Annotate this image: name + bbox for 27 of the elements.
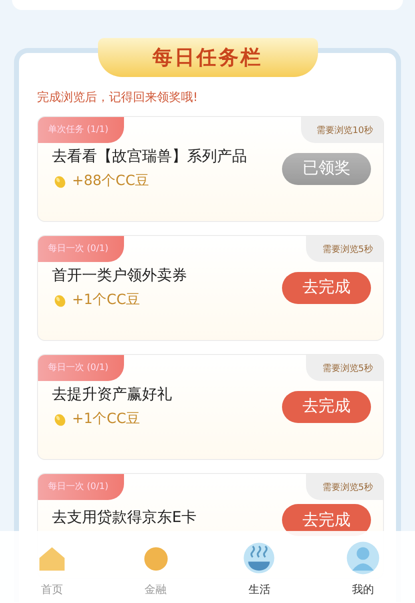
requirement-label: 需要浏览5秒 (306, 355, 383, 381)
panel-title: 每日任务栏 (98, 38, 318, 77)
task-tag: 单次任务 (1/1) (38, 117, 124, 143)
task-button[interactable]: 去完成 (282, 272, 371, 304)
reward-text: +1个CC豆 (72, 291, 140, 309)
bean-icon (52, 173, 68, 189)
task-tag: 每日一次 (0/1) (38, 474, 124, 500)
task-title: 首开一类户领外卖券 (52, 266, 187, 285)
requirement-label: 需要浏览5秒 (306, 474, 383, 500)
bean-icon (52, 292, 68, 308)
task-title: 去支用贷款得京东E卡 (52, 508, 196, 526)
reward-text: +1个CC豆 (72, 410, 140, 428)
task-title: 去看看【故宫瑞兽】系列产品 (52, 147, 247, 166)
requirement-label: 需要浏览5秒 (306, 236, 383, 262)
person-icon (345, 540, 382, 576)
reward-text: +88个CC豆 (72, 172, 150, 190)
task-button[interactable]: 已领奖 (282, 152, 371, 184)
bowl-icon (241, 540, 278, 576)
task-title: 去提升资产赢好礼 (52, 385, 172, 404)
tab-item[interactable]: 金融 (104, 531, 208, 603)
tab-item[interactable]: 首页 (0, 531, 104, 603)
task-tag: 每日一次 (0/1) (38, 236, 124, 262)
task-button[interactable]: 去完成 (282, 390, 371, 422)
panel-subtitle: 完成浏览后，记得回来领奖哦! (37, 89, 199, 106)
task-tag: 每日一次 (0/1) (38, 355, 124, 381)
requirement-label: 需要浏览10秒 (300, 117, 383, 143)
bean-icon (52, 411, 68, 427)
